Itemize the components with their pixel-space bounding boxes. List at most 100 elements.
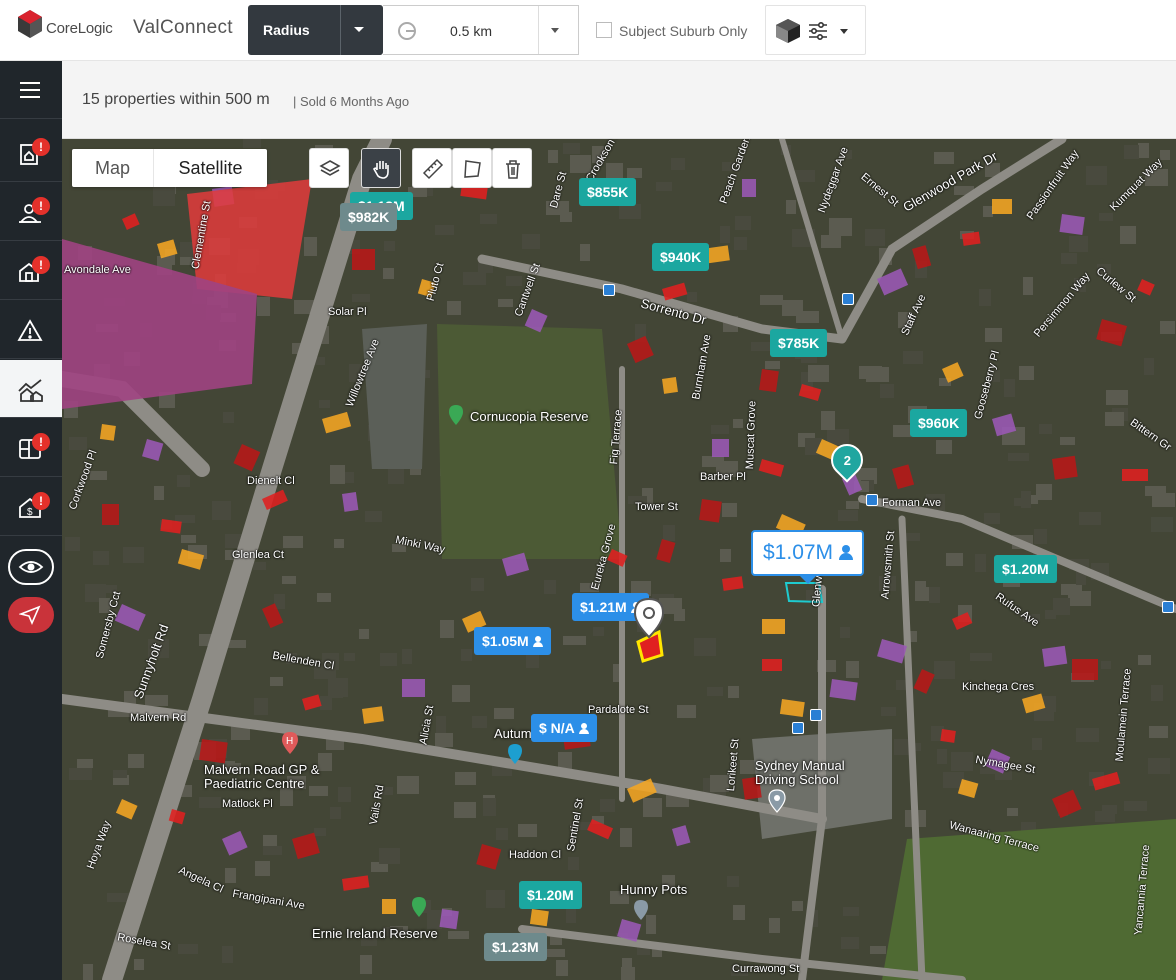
price-value: $785K (778, 335, 820, 351)
sold-property-parcel[interactable] (199, 739, 228, 764)
poi-label: Malvern Road GP & Paediatric Centre (204, 762, 320, 791)
send-button[interactable] (8, 597, 54, 633)
chevron-down-icon (840, 29, 848, 34)
sidebar-item-valuation[interactable]: $ ! (0, 478, 62, 536)
app-name: ValConnect (133, 17, 233, 38)
street-label: Dienelt Cl (247, 475, 295, 487)
alert-badge: ! (32, 256, 50, 274)
satellite-view-button[interactable]: Satellite (154, 149, 267, 187)
sidebar-item-location[interactable]: ! (0, 183, 62, 241)
chevron-down-icon (551, 28, 559, 33)
camera-pin-icon (508, 744, 522, 764)
street-label: Barber Pl (700, 471, 746, 483)
sold-property-parcel[interactable] (762, 659, 782, 671)
sold-property-parcel[interactable] (940, 729, 956, 743)
distance-value: 0.5 km (450, 23, 493, 39)
street-label: Tower St (635, 501, 678, 513)
sold-property-parcel[interactable] (962, 231, 981, 246)
subject-location-pin-icon[interactable] (632, 597, 666, 639)
sold-property-parcel[interactable] (341, 492, 359, 512)
sold-price-marker[interactable]: $855K (579, 178, 637, 206)
sold-property-parcel[interactable] (742, 179, 756, 197)
sold-property-parcel[interactable] (439, 909, 459, 930)
subject-suburb-only-checkbox[interactable] (596, 22, 612, 38)
map-pin-icon (768, 789, 786, 813)
sold-property-parcel[interactable] (529, 909, 549, 927)
sold-price-marker[interactable]: $1.23M (484, 933, 547, 961)
person-icon (839, 545, 854, 560)
bus-stop-icon (866, 494, 878, 506)
sold-property-parcel[interactable] (992, 199, 1012, 214)
sold-property-parcel[interactable] (829, 679, 858, 701)
sidebar-item-floor-plan[interactable]: ! (0, 419, 62, 477)
sidebar-item-property-report[interactable]: ! (0, 124, 62, 182)
street-label: Currawong St (732, 963, 800, 975)
ruler-icon (422, 158, 444, 180)
draw-polygon-button[interactable] (452, 148, 492, 188)
satellite-map[interactable]: Avondale Ave Clementine St Sunnyholt Rd … (62, 139, 1176, 980)
selected-price-marker[interactable]: $1.07M (751, 530, 865, 584)
sold-property-parcel[interactable] (362, 706, 384, 724)
subject-suburb-only-label: Subject Suburb Only (619, 23, 748, 39)
sold-property-parcel[interactable] (779, 699, 805, 718)
sold-property-parcel[interactable] (759, 369, 779, 393)
pan-tool-button[interactable] (361, 148, 401, 188)
comparables-chart-icon (18, 379, 43, 402)
results-summary: 15 properties within 500 m | Sold 6 Mont… (62, 61, 1176, 139)
sold-price-marker[interactable]: $785K (770, 329, 828, 357)
radius-dropdown[interactable]: Radius (248, 5, 383, 55)
medical-pin-icon: H (282, 732, 298, 754)
price-value: $855K (587, 184, 629, 200)
price-value: $1.05M (482, 633, 529, 649)
eye-icon (18, 561, 44, 573)
alert-badge: ! (32, 433, 50, 451)
distance-select[interactable]: 0.5 km (383, 5, 579, 55)
sold-property-parcel[interactable] (1042, 645, 1068, 667)
measure-button[interactable] (412, 148, 452, 188)
sold-property-parcel[interactable] (699, 498, 722, 523)
street-label: Muscat Grove (744, 400, 759, 470)
delete-button[interactable] (492, 148, 532, 188)
sold-property-parcel[interactable] (1052, 455, 1078, 480)
bus-stop-icon (792, 722, 804, 734)
shop-pin-icon (634, 900, 648, 920)
poi-label: Hunny Pots (620, 882, 688, 897)
radius-label: Radius (263, 22, 310, 38)
sold-price-marker[interactable]: $982K (340, 203, 398, 231)
sold-property-parcel[interactable] (762, 619, 785, 634)
sold-price-marker[interactable]: $1.20M (519, 881, 582, 909)
sliders-icon (809, 22, 827, 40)
sold-property-parcel[interactable] (1059, 214, 1085, 236)
property-count: 15 properties within 500 m (82, 91, 270, 108)
poi-label: Cornucopia Reserve (470, 409, 589, 424)
view-toggle-button[interactable] (8, 549, 54, 585)
sold-price-marker[interactable]: $1.05M (474, 627, 551, 655)
sold-property-parcel[interactable] (1122, 469, 1148, 481)
person-icon (532, 636, 543, 647)
sold-price-marker[interactable]: $960K (910, 409, 968, 437)
sold-price-marker[interactable]: $ N/A (531, 714, 597, 742)
sold-property-parcel[interactable] (712, 439, 729, 457)
map-filter-button[interactable] (765, 5, 866, 55)
sold-property-parcel[interactable] (662, 377, 678, 394)
layers-button[interactable] (309, 148, 349, 188)
sold-property-parcel[interactable] (382, 899, 396, 914)
person-icon (578, 723, 589, 734)
sold-property-parcel[interactable] (102, 504, 119, 525)
cube-icon (776, 19, 800, 43)
menu-button[interactable] (0, 61, 62, 119)
sold-property-parcel[interactable] (402, 679, 425, 697)
price-value: $1.07M (763, 541, 834, 564)
poi-label: Sydney Manual Driving School (755, 758, 845, 787)
sidebar-item-comparables[interactable] (0, 360, 62, 418)
sidebar: ! ! ! ! $ ! (0, 61, 62, 980)
sold-property-parcel[interactable] (1072, 659, 1098, 680)
layers-icon (319, 160, 341, 176)
sold-property-parcel[interactable] (99, 424, 116, 441)
map-view-button[interactable]: Map (72, 149, 154, 187)
sold-price-marker[interactable]: $1.20M (994, 555, 1057, 583)
sidebar-item-risk[interactable] (0, 301, 62, 359)
sold-property-parcel[interactable] (352, 249, 375, 270)
sold-price-marker[interactable]: $940K (652, 243, 710, 271)
sidebar-item-property[interactable]: ! (0, 242, 62, 300)
